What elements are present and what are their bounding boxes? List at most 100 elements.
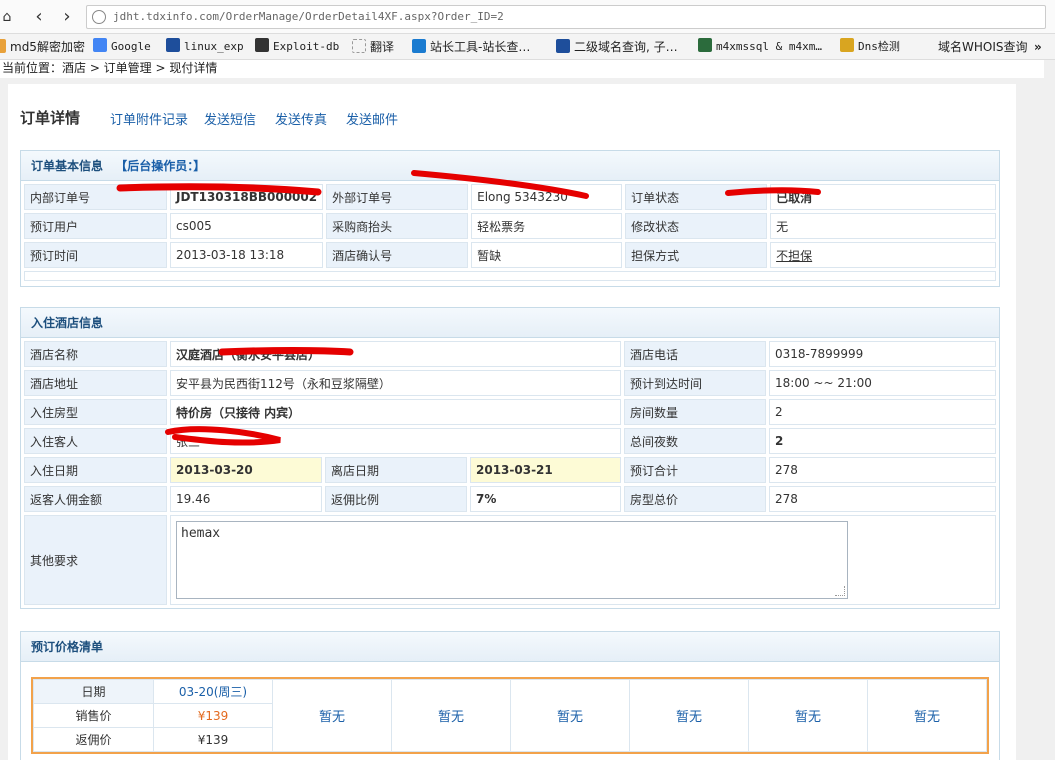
bookmark-item[interactable]: 域名WHOIS查询 xyxy=(938,38,1028,56)
label-cell: 酒店电话 xyxy=(624,341,766,367)
buyer-header: 轻松票务 xyxy=(471,213,623,239)
rebate-ratio: 7% xyxy=(470,486,621,512)
dns-icon xyxy=(840,38,854,52)
bookmark-label: Google xyxy=(111,40,151,53)
table-row: 预订时间 2013-03-18 13:18 酒店确认号 暂缺 担保方式 不担保 xyxy=(24,242,996,268)
modify-status: 无 xyxy=(770,213,996,239)
scrollbar[interactable] xyxy=(1044,60,1055,760)
empty-day-cell: 暂无 xyxy=(272,679,392,752)
section-title: 订单基本信息 xyxy=(31,159,104,173)
label-cell: 入住客人 xyxy=(24,428,167,454)
other-requirements-cell: hemax xyxy=(170,515,996,605)
x-icon xyxy=(698,38,712,52)
tab-attachments[interactable]: 订单附件记录 xyxy=(110,109,188,128)
bookmarks-overflow-icon[interactable]: » xyxy=(1034,38,1042,56)
label-cell: 预订时间 xyxy=(24,242,167,268)
section-header: 预订价格清单 xyxy=(21,632,999,662)
exploit-icon xyxy=(255,38,269,52)
bookmark-item[interactable]: 站长工具-站长查… xyxy=(412,38,530,56)
arrival-time: 18:00 ~~ 21:00 xyxy=(769,370,996,396)
bookmark-item[interactable]: Exploit-db xyxy=(255,38,339,56)
booking-total: 278 xyxy=(769,457,996,483)
guest-name: 张三 xyxy=(170,428,621,454)
resize-grip-icon[interactable] xyxy=(835,586,845,596)
price-list-section: 预订价格清单 日期 03-20(周三) 暂无 暂无 暂无 暂无 暂无 暂无 销售… xyxy=(20,631,1000,760)
table-row: 返客人佣金额 19.46 返佣比例 7% 房型总价 278 xyxy=(24,486,996,512)
guarantee-method[interactable]: 不担保 xyxy=(770,242,996,268)
bookmark-item[interactable]: 翻译 xyxy=(352,38,394,56)
other-requirements-textarea[interactable]: hemax xyxy=(176,521,848,599)
none-label: 暂无 xyxy=(913,710,940,725)
room-type: 特价房（只接待 内宾） xyxy=(170,399,621,425)
url-text: jdht.tdxinfo.com/OrderManage/OrderDetail… xyxy=(113,10,504,23)
arrow-icon xyxy=(556,39,570,53)
label-cell: 入住房型 xyxy=(24,399,167,425)
table-row: 预订用户 cs005 采购商抬头 轻松票务 修改状态 无 xyxy=(24,213,996,239)
operator-label: 【后台操作员：】 xyxy=(115,159,206,173)
bookmark-label: Exploit-db xyxy=(273,40,340,53)
back-icon[interactable]: ‹ xyxy=(28,6,50,28)
page-icon xyxy=(352,39,366,53)
bookmark-label: Dns检测 xyxy=(858,40,900,53)
bookmark-label: md5解密加密 xyxy=(10,40,85,54)
home-icon[interactable]: ⌂ xyxy=(0,6,18,28)
empty-day-cell: 暂无 xyxy=(629,679,749,752)
google-icon xyxy=(93,38,107,52)
bookmark-item[interactable]: linux_exp xyxy=(166,38,244,56)
bookmark-item[interactable]: Dns检测 xyxy=(840,38,900,56)
none-label: 暂无 xyxy=(437,710,464,725)
label-cell: 返佣比例 xyxy=(325,486,467,512)
table-row: 酒店地址 安平县为民西街112号（永和豆浆隔壁） 预计到达时间 18:00 ~~… xyxy=(24,370,996,396)
tab-send-fax[interactable]: 发送传真 xyxy=(275,109,327,128)
bookmark-item[interactable]: m4xmssql & m4xm… xyxy=(698,38,822,56)
price-table-wrap: 日期 03-20(周三) 暂无 暂无 暂无 暂无 暂无 暂无 销售价 ¥139 … xyxy=(31,677,989,754)
hotel-name: 汉庭酒店（衡水安平县店） xyxy=(170,341,621,367)
date-header: 日期 xyxy=(33,679,154,704)
chinaz-icon xyxy=(412,39,426,53)
label-cell: 外部订单号 xyxy=(326,184,469,210)
browser-address-bar: ⌂ ‹ › jdht.tdxinfo.com/OrderManage/Order… xyxy=(0,0,1055,34)
empty-day-cell: 暂无 xyxy=(510,679,630,752)
checkout-date: 2013-03-21 xyxy=(470,457,621,483)
bookmark-item[interactable]: 二级域名查询, 子… xyxy=(556,38,678,56)
tab-send-sms[interactable]: 发送短信 xyxy=(204,109,256,128)
bookmark-label: linux_exp xyxy=(184,40,244,53)
empty-day-cell: 暂无 xyxy=(867,679,987,752)
bookmark-label: m4xmssql & m4xm… xyxy=(716,40,822,53)
label-cell: 采购商抬头 xyxy=(326,213,469,239)
bookmark-label: 站长工具-站长查… xyxy=(430,40,531,54)
section-title: 预订价格清单 xyxy=(31,640,104,654)
table-row: 酒店名称 汉庭酒店（衡水安平县店） 酒店电话 0318-7899999 xyxy=(24,341,996,367)
table-row: 入住房型 特价房（只接待 内宾） 房间数量 2 xyxy=(24,399,996,425)
sale-price-label: 销售价 xyxy=(33,703,154,728)
none-label: 暂无 xyxy=(794,710,821,725)
bookmark-item[interactable]: Google xyxy=(93,38,151,56)
booking-user: cs005 xyxy=(170,213,324,239)
order-basic-section: 订单基本信息 【后台操作员：】 内部订单号 JDT130318BB000002 … xyxy=(20,150,1000,287)
s-icon xyxy=(166,38,180,52)
label-cell: 酒店确认号 xyxy=(326,242,469,268)
breadcrumb: 当前位置：酒店 > 订单管理 > 现付详情 xyxy=(0,60,1055,78)
empty-cell xyxy=(24,271,996,281)
table-row xyxy=(24,271,996,281)
rebate-price: ¥139 xyxy=(153,727,273,752)
rebate-price-label: 返佣价 xyxy=(33,727,154,752)
forward-icon[interactable]: › xyxy=(56,6,78,28)
label-cell: 酒店名称 xyxy=(24,341,167,367)
label-cell: 离店日期 xyxy=(325,457,467,483)
basic-info-table: 内部订单号 JDT130318BB000002 外部订单号 Elong 5343… xyxy=(21,181,999,284)
bookmarks-bar: md5解密加密 Google linux_exp Exploit-db 翻译 站… xyxy=(0,34,1055,60)
folder-icon xyxy=(0,39,6,53)
label-cell: 返客人佣金额 xyxy=(24,486,167,512)
globe-icon xyxy=(92,10,106,24)
tab-send-email[interactable]: 发送邮件 xyxy=(346,109,398,128)
url-input[interactable]: jdht.tdxinfo.com/OrderManage/OrderDetail… xyxy=(86,5,1046,29)
bookmark-label: 二级域名查询, 子… xyxy=(574,40,678,54)
bookmark-item[interactable]: md5解密加密 xyxy=(0,38,85,56)
none-label: 暂无 xyxy=(675,710,702,725)
empty-day-cell: 暂无 xyxy=(748,679,868,752)
section-header: 订单基本信息 【后台操作员：】 xyxy=(21,151,999,181)
bookmark-label: 域名WHOIS查询 xyxy=(938,40,1028,54)
room-total-price: 278 xyxy=(769,486,996,512)
table-row: 日期 03-20(周三) 暂无 暂无 暂无 暂无 暂无 暂无 xyxy=(33,679,987,752)
